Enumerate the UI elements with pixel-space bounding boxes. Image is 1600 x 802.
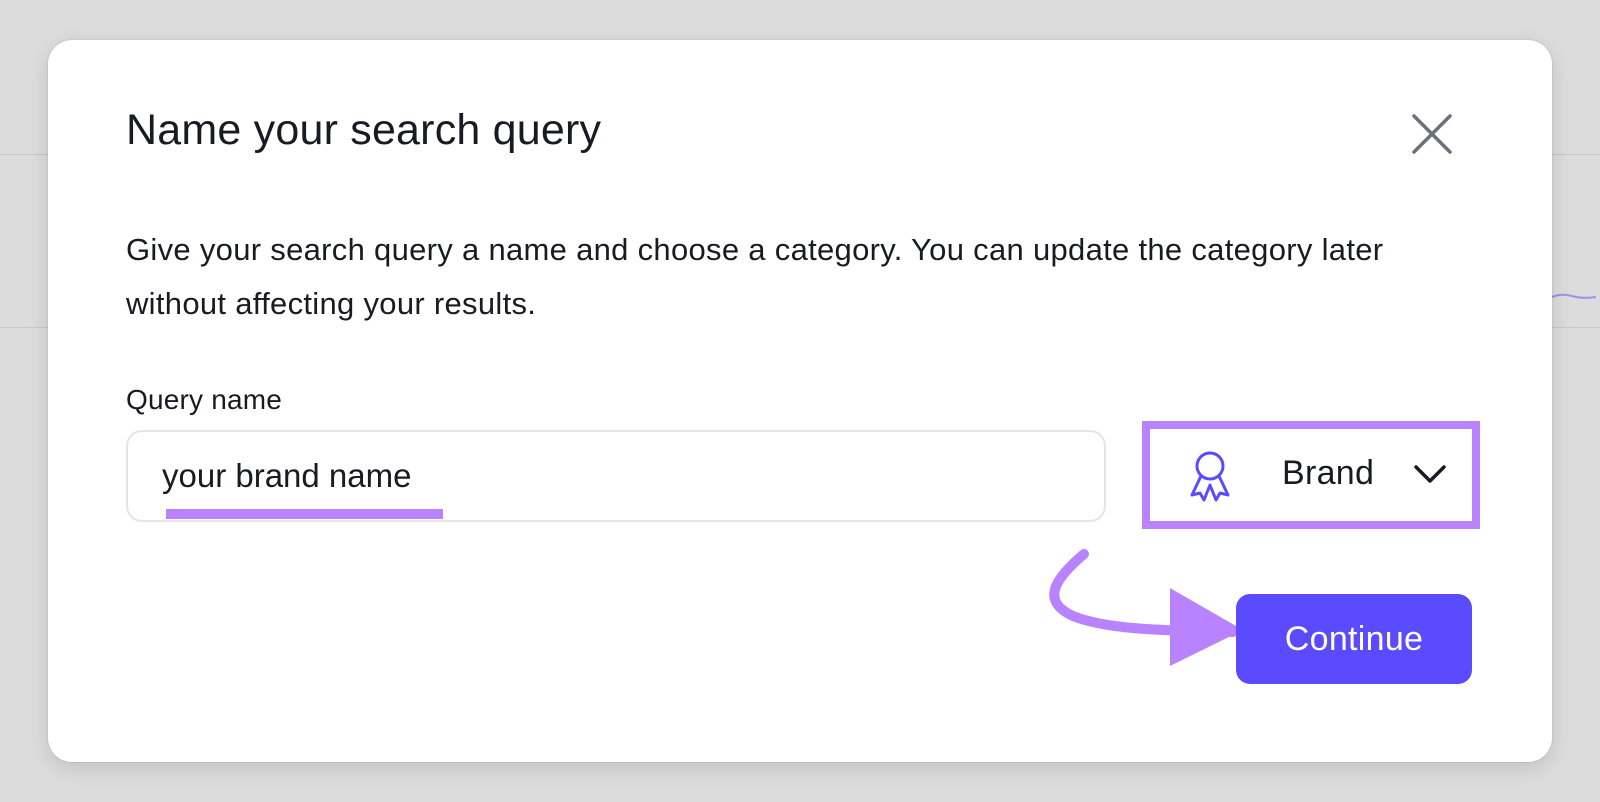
- chevron-down-icon: [1414, 465, 1446, 483]
- category-dropdown[interactable]: Brand: [1158, 436, 1464, 514]
- dialog-description: Give your search query a name and choose…: [126, 232, 1384, 321]
- close-button[interactable]: [1406, 108, 1458, 160]
- award-ribbon-icon: [1190, 451, 1230, 502]
- close-icon: [1412, 114, 1452, 154]
- query-name-label: Query name: [126, 384, 283, 415]
- name-query-dialog: Name your search query Give your search …: [48, 40, 1552, 762]
- category-selected-label: Brand: [1282, 454, 1375, 492]
- background-chart-fragment: [1552, 293, 1596, 299]
- dialog-title: Name your search query: [126, 106, 602, 154]
- input-highlight-underline: [166, 509, 443, 519]
- continue-button[interactable]: Continue: [1236, 594, 1472, 684]
